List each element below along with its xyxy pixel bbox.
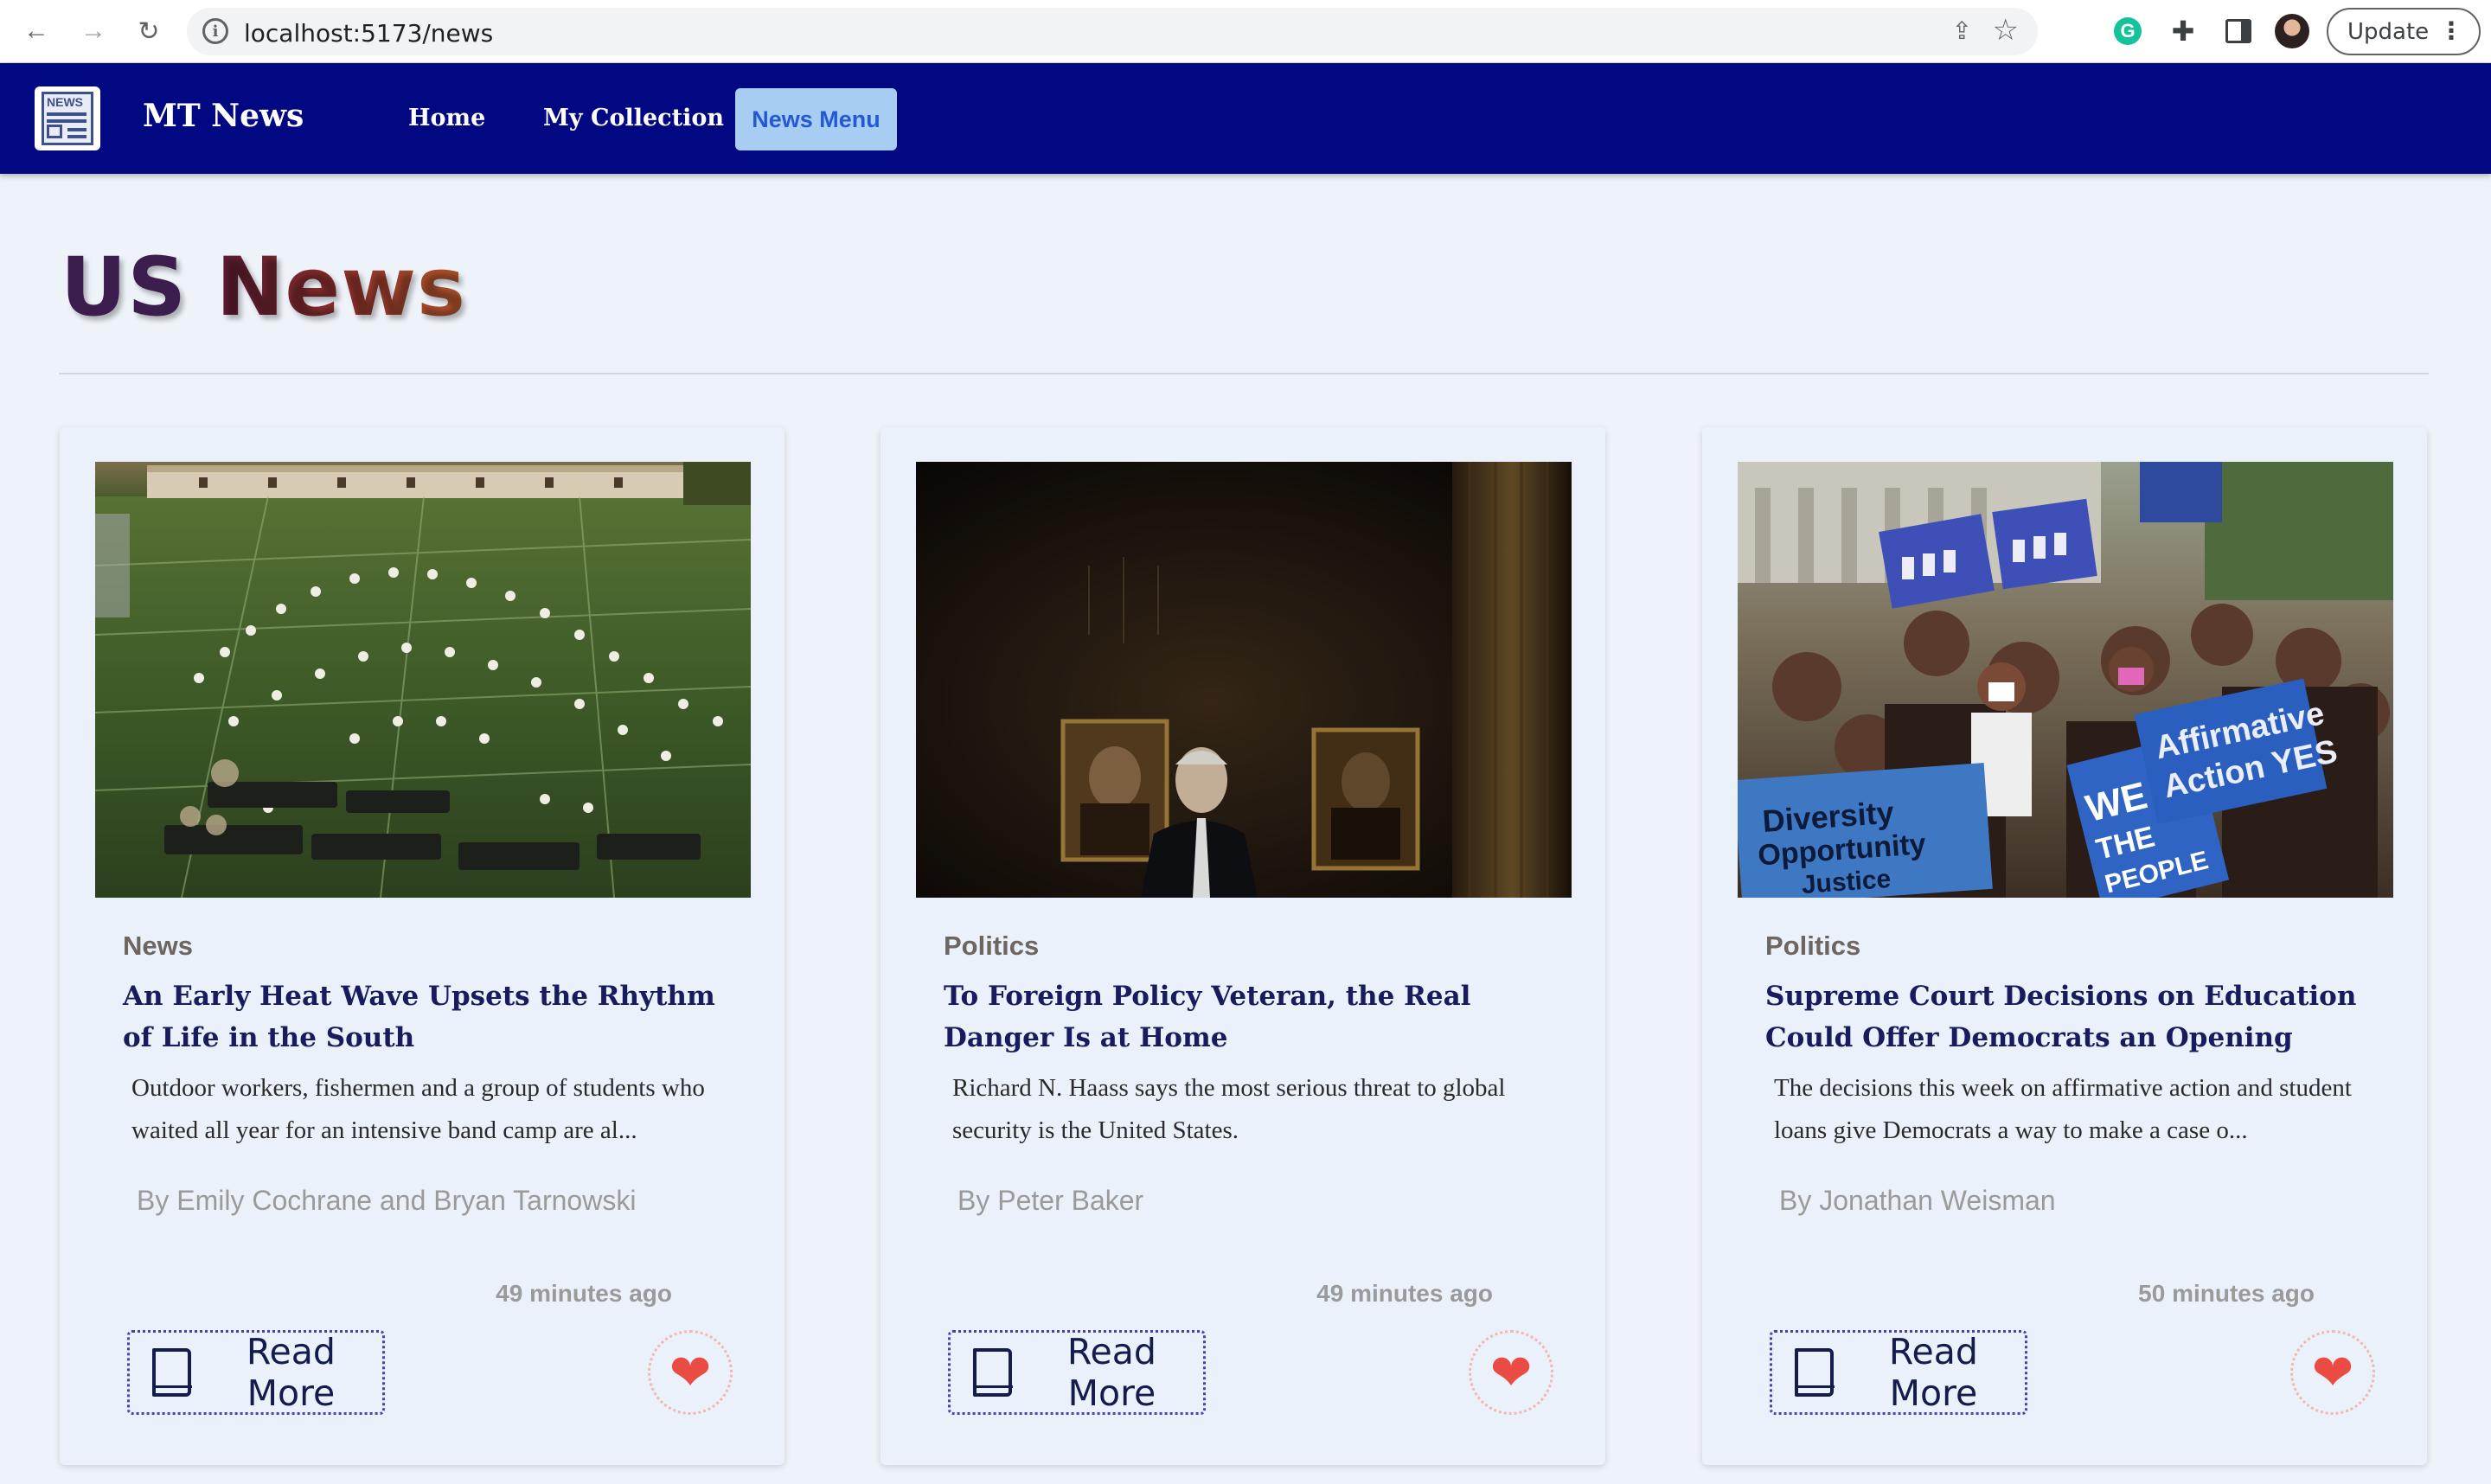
nav-home-link[interactable]: Home	[408, 105, 485, 131]
article-time: 50 minutes ago	[2138, 1280, 2315, 1307]
avatar-image	[2275, 14, 2309, 48]
article-summary: Outdoor workers, fishermen and a group o…	[131, 1074, 705, 1144]
newspaper-logo-icon[interactable]: NEWS	[35, 86, 100, 150]
read-more-label: Read More	[1066, 1331, 1156, 1414]
article-summary: The decisions this week on affirmative a…	[1774, 1074, 2352, 1144]
band-field-photo	[95, 462, 751, 898]
app-navbar: NEWS MT News Home My Collection News Men…	[0, 63, 2491, 174]
site-info-icon[interactable]: i	[202, 18, 228, 44]
side-panel-glyph	[2225, 19, 2251, 43]
logo-text: NEWS	[47, 95, 83, 109]
read-more-button[interactable]: Read More	[127, 1330, 385, 1415]
url-text[interactable]: localhost:5173/news	[244, 19, 493, 48]
nav-news-menu-button[interactable]: News Menu	[735, 88, 897, 150]
article-card: News An Early Heat Wave Upsets the Rhyth…	[60, 427, 784, 1465]
logo-line	[47, 112, 86, 116]
reload-icon[interactable]: ↻	[130, 12, 168, 50]
article-summary: Richard N. Haass says the most serious t…	[952, 1074, 1506, 1144]
grammarly-letter: G	[2114, 17, 2142, 45]
article-image[interactable]	[916, 462, 1572, 898]
page-title-part2: News	[215, 240, 466, 335]
article-category: Politics	[944, 931, 1040, 961]
extensions-puzzle-icon[interactable]: ✚	[2166, 14, 2200, 48]
logo-line	[67, 135, 86, 138]
favorite-heart-button[interactable]: ❤	[1469, 1330, 1553, 1415]
book-icon	[152, 1348, 192, 1397]
heart-icon: ❤	[669, 1345, 712, 1401]
read-more-label: Read More	[1888, 1331, 1978, 1414]
read-more-button[interactable]: Read More	[948, 1330, 1206, 1415]
article-byline: By Emily Cochrane and Bryan Tarnowski	[137, 1185, 637, 1216]
forward-arrow-icon[interactable]: →	[74, 12, 112, 50]
page-title: US News	[61, 240, 466, 335]
article-card: Politics To Foreign Policy Veteran, the …	[880, 427, 1605, 1465]
back-arrow-icon[interactable]: ←	[17, 12, 55, 50]
article-headline[interactable]: To Foreign Policy Veteran, the Real Dang…	[944, 975, 1549, 1059]
share-icon[interactable]: ⇪	[1952, 16, 1972, 45]
heart-icon: ❤	[2311, 1345, 2354, 1401]
browser-toolbar: ← → ↻ i localhost:5173/news ⇪ ☆ G ✚ Upda…	[0, 0, 2491, 63]
logo-line	[67, 128, 86, 131]
forward-glyph: →	[80, 16, 106, 45]
bookmark-star-icon[interactable]: ☆	[1993, 13, 2019, 48]
update-label: Update	[2347, 18, 2430, 45]
back-glyph: ←	[23, 16, 49, 45]
title-divider	[59, 373, 2429, 374]
article-category: News	[123, 931, 193, 961]
article-byline: By Jonathan Weisman	[1779, 1185, 2056, 1216]
article-headline[interactable]: Supreme Court Decisions on Education Cou…	[1765, 975, 2371, 1059]
grammarly-extension-icon[interactable]: G	[2110, 14, 2145, 48]
address-bar[interactable]: i localhost:5173/news ⇪ ☆	[187, 8, 2038, 55]
logo-box	[47, 125, 62, 138]
puzzle-glyph: ✚	[2171, 16, 2195, 47]
article-image[interactable]: Diversity Opportunity Justice WE THE PEO…	[1738, 462, 2393, 898]
favorite-heart-button[interactable]: ❤	[648, 1330, 733, 1415]
favorite-heart-button[interactable]: ❤	[2290, 1330, 2375, 1415]
svg-text:Justice: Justice	[1801, 865, 1892, 898]
more-menu-icon[interactable]: ⋮	[2439, 16, 2463, 45]
portrait-room-photo	[916, 462, 1572, 898]
reload-glyph: ↻	[138, 16, 160, 46]
brand-name[interactable]: MT News	[143, 98, 304, 134]
article-image[interactable]	[95, 462, 751, 898]
heart-icon: ❤	[1489, 1345, 1533, 1401]
article-time: 49 minutes ago	[496, 1280, 672, 1307]
page-title-part1: US	[61, 240, 216, 335]
article-card: Diversity Opportunity Justice WE THE PEO…	[1702, 427, 2427, 1465]
profile-avatar[interactable]	[2275, 14, 2309, 48]
nav-my-collection-link[interactable]: My Collection	[543, 105, 724, 131]
update-button[interactable]: Update ⋮	[2327, 8, 2481, 55]
article-byline: By Peter Baker	[957, 1185, 1144, 1216]
article-time: 49 minutes ago	[1316, 1280, 1493, 1307]
book-icon	[1795, 1348, 1835, 1397]
side-panel-icon[interactable]	[2221, 14, 2256, 48]
read-more-button[interactable]: Read More	[1770, 1330, 2027, 1415]
protest-photo: Diversity Opportunity Justice WE THE PEO…	[1738, 462, 2393, 898]
article-category: Politics	[1765, 931, 1861, 961]
logo-line	[47, 119, 86, 123]
book-icon	[973, 1348, 1013, 1397]
article-headline[interactable]: An Early Heat Wave Upsets the Rhythm of …	[123, 975, 728, 1059]
read-more-label: Read More	[246, 1331, 336, 1414]
